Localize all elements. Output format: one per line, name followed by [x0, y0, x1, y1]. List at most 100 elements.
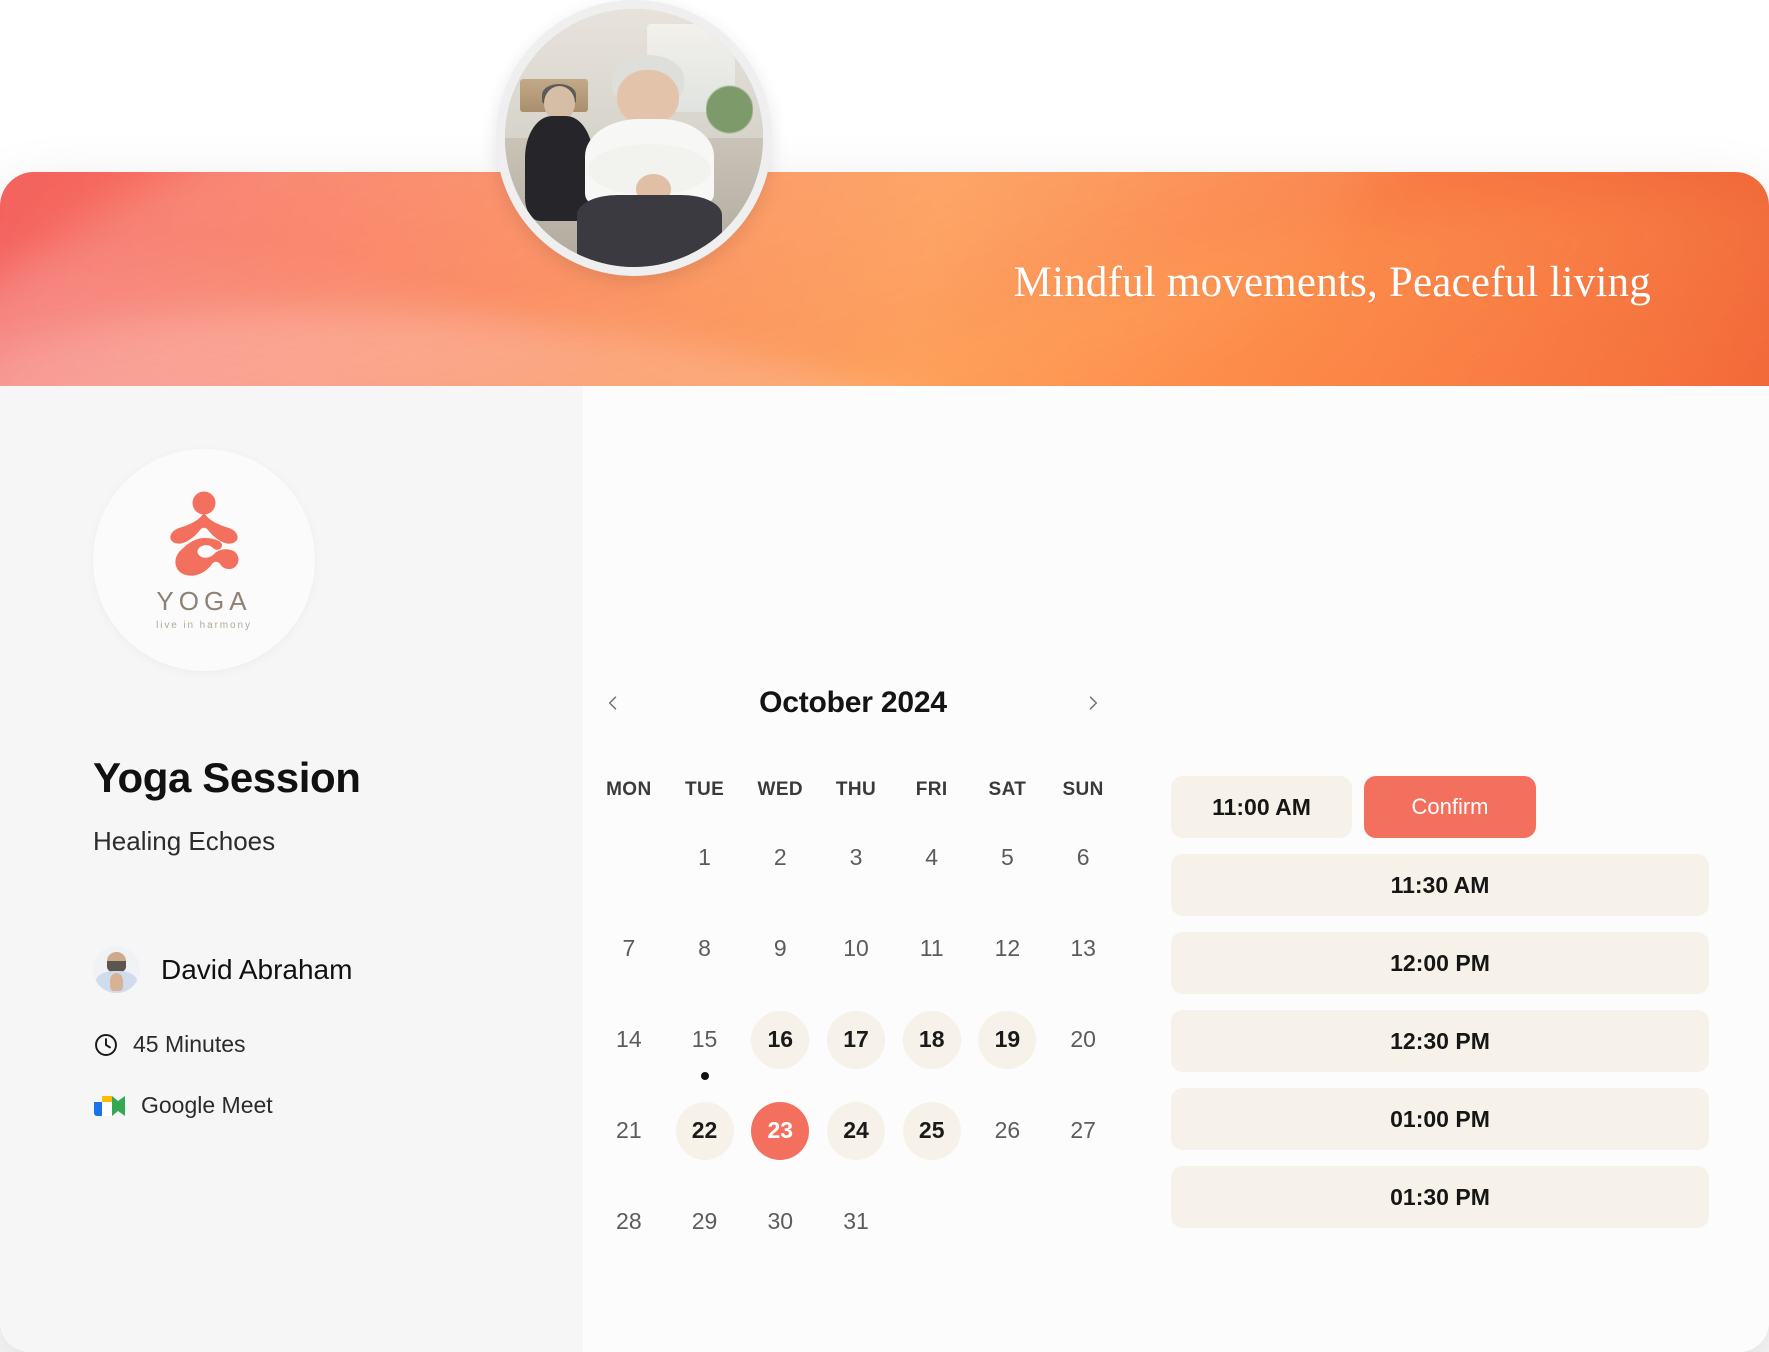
calendar-weekday-mon: MON	[606, 779, 652, 800]
calendar-day-25[interactable]: 25	[902, 1101, 961, 1160]
calendar-day-17[interactable]: 17	[826, 1010, 885, 1069]
calendar-day-21: 21	[616, 1117, 642, 1143]
host-name: David Abraham	[161, 953, 353, 985]
calendar-day-1: 1	[698, 844, 711, 870]
avatar	[93, 946, 140, 993]
duration-row: 45 Minutes	[93, 1031, 246, 1058]
time-slot-row: 01:00 PM	[1171, 1088, 1709, 1150]
calendar-cell: 24	[818, 1085, 894, 1176]
calendar-day-4: 4	[925, 844, 939, 870]
google-meet-icon	[94, 1095, 125, 1116]
calendar-month-label: October 2024	[759, 686, 947, 719]
calendar-day-8: 8	[698, 935, 711, 961]
calendar-day-30: 30	[767, 1208, 794, 1234]
calendar-cell: 28	[591, 1176, 667, 1267]
calendar-day-29: 29	[691, 1208, 718, 1234]
calendar-cell: 13	[1045, 903, 1121, 994]
calendar-day-11: 11	[919, 935, 944, 961]
calendar-day-16[interactable]: 16	[751, 1010, 810, 1069]
calendar-cell: 14	[591, 994, 667, 1085]
calendar-day-19[interactable]: 19	[978, 1010, 1037, 1069]
calendar-cell: 4	[894, 812, 970, 903]
calendar-day-18[interactable]: 18	[902, 1010, 961, 1069]
next-month-button[interactable]	[1073, 683, 1113, 723]
booking-card: Mindful movements, Peaceful living YOGA …	[0, 172, 1769, 1352]
calendar-day-6: 6	[1076, 844, 1090, 870]
calendar-cell: 19	[970, 994, 1046, 1085]
calendar-cell: 21	[591, 1085, 667, 1176]
calendar-day-2: 2	[773, 844, 787, 870]
calendar-day-15: 15	[676, 1011, 734, 1069]
brand-logo: YOGA live in harmony	[93, 449, 315, 671]
calendar-day-14: 14	[616, 1026, 642, 1052]
meditating-person-icon	[170, 491, 239, 576]
calendar-cell: 7	[591, 903, 667, 994]
chevron-right-icon	[1089, 696, 1098, 710]
calendar-day-3: 3	[849, 844, 863, 870]
calendar-cell: 5	[970, 812, 1046, 903]
calendar-day-13: 13	[1070, 935, 1096, 961]
confirm-button[interactable]: Confirm	[1364, 776, 1536, 838]
calendar-cell: 2	[742, 812, 818, 903]
calendar-cell: 6	[1045, 812, 1121, 903]
time-slot-button[interactable]: 12:00 PM	[1171, 932, 1709, 994]
calendar-day-5: 5	[1001, 844, 1014, 870]
calendar-cell: 9	[742, 903, 818, 994]
time-slot-button[interactable]: 11:30 AM	[1171, 854, 1709, 916]
calendar-cell: 29	[667, 1176, 743, 1267]
calendar-day-27: 27	[1070, 1117, 1096, 1143]
calendar-header: October 2024	[593, 676, 1113, 730]
calendar-cell: 26	[970, 1085, 1046, 1176]
calendar-day-24[interactable]: 24	[826, 1101, 885, 1160]
time-slot-row: 11:00 AM Confirm	[1171, 776, 1709, 838]
chevron-left-icon	[608, 696, 617, 710]
clock-icon	[95, 1033, 117, 1056]
hero-photo	[505, 9, 763, 267]
calendar-cell: 1	[667, 812, 743, 903]
calendar-cell: 25	[894, 1085, 970, 1176]
time-slot-list: 11:00 AM Confirm 11:30 AM 12:00 PM 12:30 PM 0…	[1171, 776, 1709, 1228]
calendar-cell: 15	[667, 994, 743, 1085]
time-slot-button[interactable]: 12:30 PM	[1171, 1010, 1709, 1072]
calendar-cell: 31	[818, 1176, 894, 1267]
calendar-weekday-wed: WED	[757, 779, 804, 800]
hero-avatar	[496, 0, 772, 276]
calendar-weekday-fri: FRI	[915, 779, 948, 800]
brand-name: YOGA	[156, 585, 252, 616]
time-slot-button[interactable]: 01:30 PM	[1171, 1166, 1709, 1228]
calendar-day-10: 10	[843, 935, 869, 961]
time-slot-row: 11:30 AM	[1171, 854, 1709, 916]
time-slot-row: 12:30 PM	[1171, 1010, 1709, 1072]
calendar-day-23[interactable]: 23	[751, 1101, 810, 1160]
calendar-cell: 18	[894, 994, 970, 1085]
prev-month-button[interactable]	[593, 683, 633, 723]
calendar-cell: 30	[742, 1176, 818, 1267]
calendar-cell: 12	[970, 903, 1046, 994]
calendar-weekday-sat: SAT	[988, 779, 1027, 800]
calendar-cell: 16	[742, 994, 818, 1085]
calendar-day-22[interactable]: 22	[675, 1101, 734, 1160]
calendar-cell: 10	[818, 903, 894, 994]
brand-tagline: live in harmony	[156, 619, 252, 631]
calendar-cell: 11	[894, 903, 970, 994]
calendar-cell: 3	[818, 812, 894, 903]
calendar-grid: MON TUE WED THU FRI SAT SUN 1 2 3 4 5 6 7 8 9 10 11 12 13 14…	[591, 768, 1121, 1267]
session-info-panel: YOGA live in harmony Yoga Session Healin…	[0, 386, 583, 1352]
calendar-cell: 27	[1045, 1085, 1121, 1176]
session-title: Yoga Session	[93, 754, 361, 801]
calendar-day-31: 31	[843, 1208, 869, 1234]
calendar-cell: 23	[742, 1085, 818, 1176]
calendar-day-28: 28	[616, 1208, 642, 1234]
banner-tagline: Mindful movements, Peaceful living	[1013, 259, 1651, 306]
platform-row: Google Meet	[93, 1092, 273, 1119]
calendar-weekday-sun: SUN	[1062, 779, 1104, 800]
scheduler-panel: October 2024 MON TUE WED THU FRI SAT SUN 1 2 3 4 5 6…	[583, 386, 1769, 1352]
calendar-cell: 22	[667, 1085, 743, 1176]
calendar-cell: 20	[1045, 994, 1121, 1085]
calendar-day-12: 12	[994, 935, 1021, 961]
time-slot-row: 12:00 PM	[1171, 932, 1709, 994]
time-slot-button[interactable]: 01:00 PM	[1171, 1088, 1709, 1150]
calendar-weekday-thu: THU	[835, 779, 877, 800]
platform-label: Google Meet	[141, 1092, 273, 1118]
time-slot-button[interactable]: 11:00 AM	[1171, 776, 1352, 838]
